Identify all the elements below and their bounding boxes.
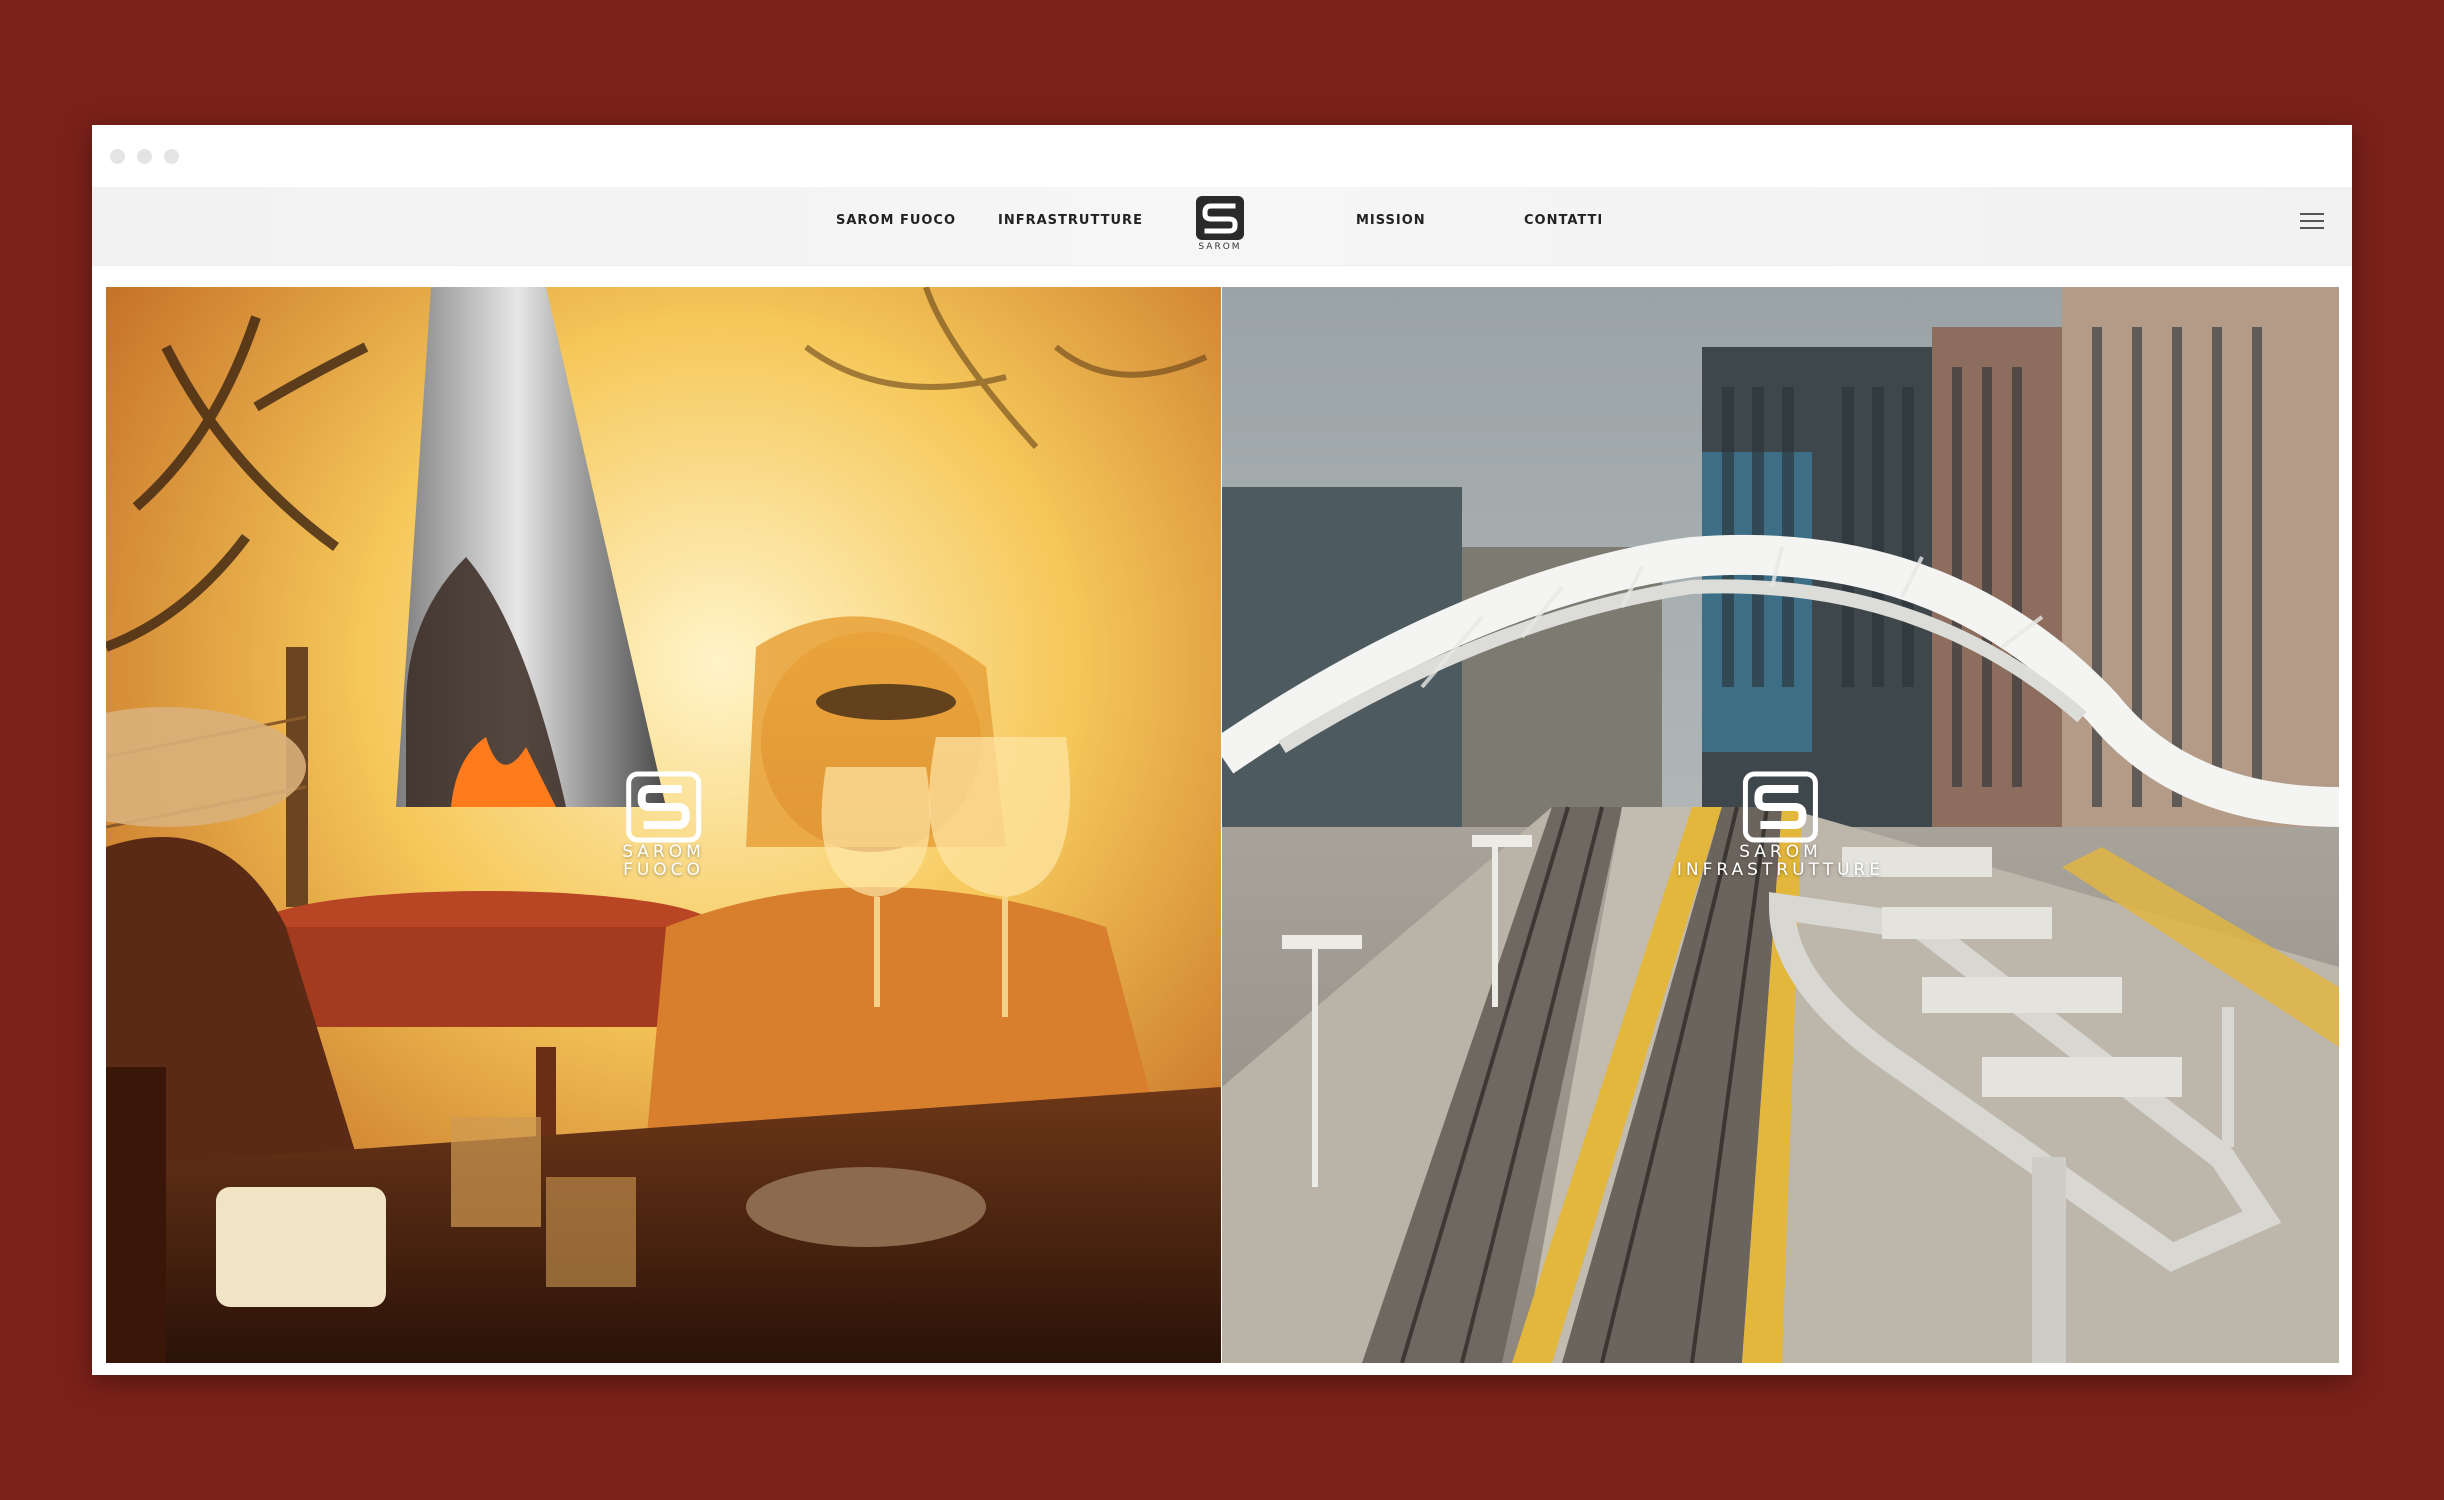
sarom-s-logo-icon xyxy=(1196,196,1244,240)
site-header: SAROM FUOCO INFRASTRUTTURE SAROM MISSION… xyxy=(92,187,2352,266)
panel-fuoco-title-line2: FUOCO xyxy=(623,860,704,880)
sarom-s-logo-icon xyxy=(625,771,701,843)
window-minimize-dot[interactable] xyxy=(137,149,152,164)
nav-link-mission[interactable]: MISSION xyxy=(1356,213,1426,228)
sarom-s-logo-icon xyxy=(1742,771,1818,843)
window-maximize-dot[interactable] xyxy=(164,149,179,164)
browser-window: SAROM FUOCO INFRASTRUTTURE SAROM MISSION… xyxy=(92,125,2352,1375)
window-close-dot[interactable] xyxy=(110,149,125,164)
nav-link-infrastrutture[interactable]: INFRASTRUTTURE xyxy=(998,213,1143,228)
header-logo-text: SAROM xyxy=(1198,242,1242,252)
header-logo[interactable]: SAROM xyxy=(1193,195,1247,257)
sarom-fuoco-logo: SAROM FUOCO xyxy=(622,771,705,879)
panel-sarom-fuoco[interactable]: SAROM FUOCO xyxy=(106,287,1221,1363)
sarom-infrastrutture-logo: SAROM INFRASTRUTTURE xyxy=(1677,771,1884,879)
nav-link-sarom-fuoco[interactable]: SAROM FUOCO xyxy=(836,213,956,228)
panel-fuoco-title-line1: SAROM xyxy=(622,842,705,862)
panel-infra-title-line2: INFRASTRUTTURE xyxy=(1676,860,1885,880)
panel-sarom-infrastrutture[interactable]: SAROM INFRASTRUTTURE xyxy=(1222,287,2339,1363)
hamburger-menu-icon[interactable] xyxy=(2300,213,2324,231)
panel-infra-title-line1: SAROM xyxy=(1739,842,1822,862)
nav-link-contatti[interactable]: CONTATTI xyxy=(1524,213,1603,228)
browser-title-bar xyxy=(92,125,2352,187)
